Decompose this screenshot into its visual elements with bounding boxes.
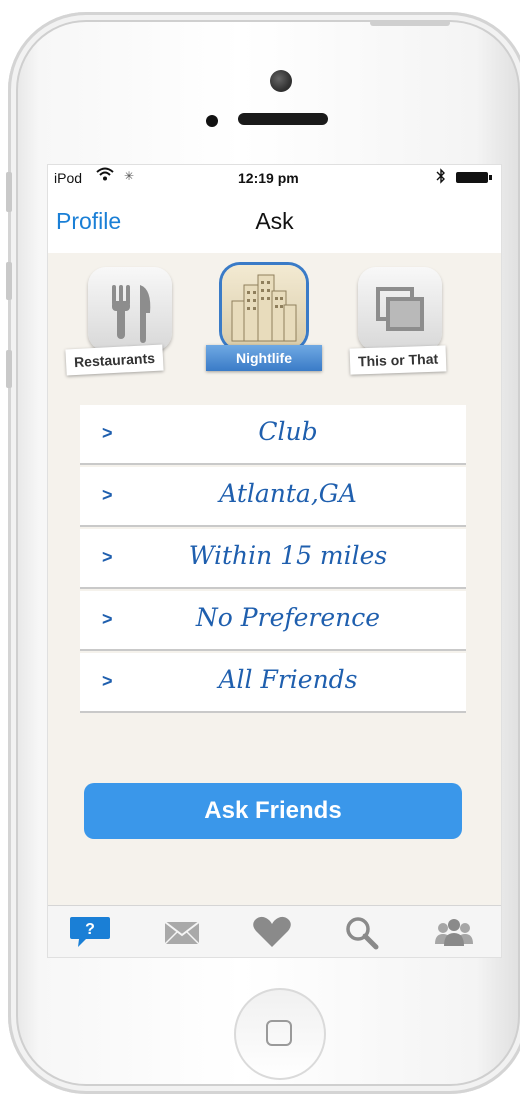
option-distance[interactable]: > Within 15 miles: [80, 529, 466, 589]
category-label-nightlife: Nightlife: [206, 345, 322, 371]
category-label-this-or-that: This or That: [349, 345, 447, 375]
question-bubble-icon: ?: [70, 917, 110, 947]
tab-friends[interactable]: [432, 914, 476, 950]
wifi-icon: [96, 167, 114, 184]
app-screen: iPod ✳ 12:19 pm Profile Ask Restaurants …: [48, 165, 501, 957]
mute-switch: [6, 172, 12, 212]
tab-ask[interactable]: ?: [68, 914, 112, 950]
friends-group-icon: [435, 919, 473, 946]
envelope-icon: [164, 921, 200, 945]
question-mark: ?: [85, 921, 95, 938]
option-venue-type[interactable]: > Club: [80, 405, 466, 465]
front-camera: [270, 70, 292, 92]
page-title: Ask: [255, 208, 294, 234]
earpiece-speaker: [238, 113, 328, 125]
proximity-sensor: [206, 115, 218, 127]
power-button: [370, 20, 450, 26]
navigation-bar: Profile Ask: [48, 191, 501, 253]
status-bar: iPod ✳ 12:19 pm: [48, 165, 501, 191]
option-text: No Preference: [195, 603, 381, 632]
activity-spinner-icon: ✳: [124, 169, 135, 183]
tab-messages[interactable]: [160, 914, 204, 950]
tab-search[interactable]: [340, 914, 384, 950]
option-text: Within 15 miles: [188, 541, 388, 570]
search-icon: [346, 917, 379, 950]
status-time: 12:19 pm: [238, 170, 299, 186]
category-label-restaurants: Restaurants: [65, 344, 164, 376]
option-location[interactable]: > Atlanta,GA: [80, 467, 466, 527]
bluetooth-icon: [436, 168, 446, 187]
home-button[interactable]: [234, 988, 326, 1080]
fork-knife-icon: [88, 267, 172, 351]
volume-up-button: [6, 262, 12, 300]
carrier-label: iPod: [54, 170, 83, 186]
home-square-icon: [266, 1020, 292, 1046]
city-buildings-icon: [222, 265, 306, 349]
photos-stack-icon: [358, 267, 442, 351]
ask-friends-button[interactable]: Ask Friends: [84, 783, 462, 839]
options-list: > Club > Atlanta,GA > Within 15 miles > …: [80, 405, 466, 715]
option-text: Club: [258, 417, 318, 446]
category-nightlife[interactable]: Nightlife: [206, 265, 342, 385]
option-text: All Friends: [218, 665, 358, 694]
category-this-or-that[interactable]: This or That: [349, 267, 478, 387]
tab-favorites[interactable]: [250, 914, 294, 950]
option-text: Atlanta,GA: [219, 479, 357, 508]
heart-icon: [253, 916, 291, 947]
option-audience[interactable]: > All Friends: [80, 653, 466, 713]
category-restaurants[interactable]: Restaurants: [65, 267, 208, 387]
volume-down-button: [6, 350, 12, 388]
battery-icon: [456, 172, 492, 183]
tab-bar: ?: [48, 905, 501, 957]
option-preference[interactable]: > No Preference: [80, 591, 466, 651]
